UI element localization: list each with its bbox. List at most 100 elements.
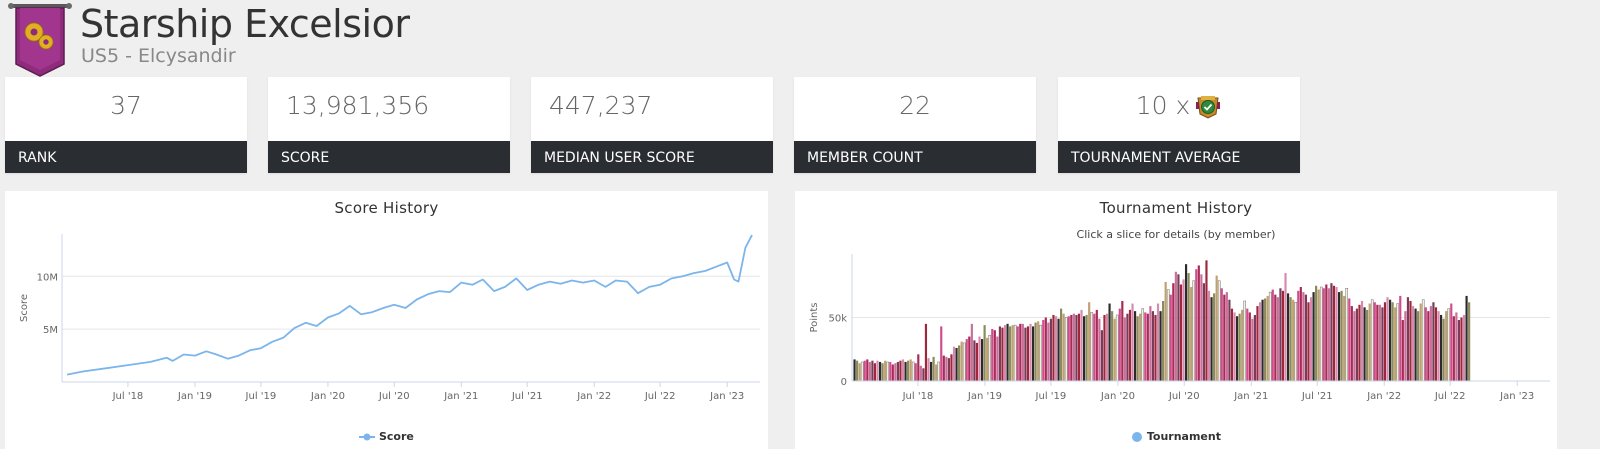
tournament-bar [1409,300,1412,381]
tournament-bar [1317,289,1320,381]
tournament-bar [1348,298,1351,381]
tournament-bar [1205,260,1208,381]
y-axis-title: Score [19,294,30,322]
tournament-bar [978,336,981,381]
tournament-bar [1182,279,1185,381]
x-tick-label: Jan '22 [576,391,611,402]
tournament-history-chart[interactable]: 0 50k Points Jul '18 Jan '19 Jul '19 Jan '20 Ju… [795,224,1557,449]
members-value: 22 [899,91,931,120]
tournament-bar [1266,295,1269,381]
tournament-bar [1253,314,1256,381]
tournament-bar [1200,274,1203,381]
tournament-bar [1276,297,1279,381]
tournament-bar [965,339,968,381]
tournament-bar [1312,292,1315,381]
tournament-bar [968,336,971,381]
x-tick-label: Jan '21 [443,391,478,402]
tournament-bar [937,361,940,382]
tournament-bar [929,361,933,381]
score-legend-label: Score [378,430,414,443]
trophy-icon [1196,95,1221,119]
tournament-bar [863,360,866,381]
tournament-bar [1118,308,1121,381]
tournament-bar [980,339,984,381]
tournament-bar [1190,287,1193,381]
tournament-bar [1210,297,1213,381]
tournament-bar [1090,312,1094,382]
tournament-bar [896,361,899,381]
tournament-bar [1388,299,1392,381]
tournament-bar [1297,290,1300,381]
tournament-bar [1162,300,1165,381]
score-history-chart[interactable]: 5M 10M Jul '18 Jan '19 Jul '19 Jan '20 Jul '20… [5,224,768,449]
tournament-bar [1060,308,1063,381]
tournament-bar [975,342,979,381]
tournament-bar [1026,326,1030,381]
tournament-bar [1126,313,1129,381]
x-tick-label: Jan '23 [709,391,744,402]
tournament-bar [1424,307,1427,381]
tournament-bar [996,336,999,381]
tournament-bar [1279,288,1282,381]
tournament-bar [894,363,897,381]
tournament-bar [1455,312,1458,381]
tournament-bar [1192,280,1196,382]
y-axis-title: Points [809,302,820,332]
tournament-bar [1429,306,1432,381]
tournament-bar [907,360,910,381]
tournament-bar [1207,290,1211,381]
rank-value: 37 [110,91,142,120]
tournament-bar [1241,309,1244,381]
tournament-bar [1315,285,1318,381]
tournament-bar [871,360,874,381]
tournament-bar [1406,297,1410,381]
tournament-bar [1215,275,1218,381]
tournament-bar [1302,292,1305,381]
tournament-bar [1098,318,1101,381]
tournament-bar [1006,323,1009,381]
tournament-bar [1421,299,1425,382]
tournament-bar [1457,320,1461,381]
tournament-bar [1154,314,1157,381]
score-series-line [66,234,753,376]
tournament-bar [1363,307,1366,381]
tournament-bar [1345,288,1349,382]
tournament-legend[interactable]: Tournament [795,430,1557,443]
tournament-bar [1445,311,1448,381]
tournament-bar [1197,265,1200,381]
tournament-bar [860,361,864,382]
tournament-bar [1432,302,1435,381]
members-card: 22 MEMBER COUNT [794,77,1036,173]
tournament-bar [914,363,917,381]
tournament-bar [1274,294,1277,381]
tournament-bar [1292,299,1295,381]
x-tick-label: Jan '21 [1233,391,1268,402]
tournament-bar [1009,326,1012,381]
tournament-bar [1144,312,1147,381]
tournament-bar [1149,306,1152,381]
tournament-bar [1108,303,1111,381]
tournament-bar [1462,314,1466,381]
tournament-bar [884,360,887,381]
tournament-bar [1187,273,1190,381]
tournament-bar [1370,299,1374,382]
tournament-bar [932,356,935,381]
tournament-bar [1452,316,1455,381]
tournament-bar [1368,303,1371,381]
tournament-bar [1075,314,1078,381]
tournament-bar [1121,300,1124,381]
score-legend[interactable]: Score [5,430,768,443]
tournament-bar [1268,291,1272,382]
tournament-bar [1174,271,1177,381]
tournament-bar [973,340,976,381]
tournament-bar [1184,264,1188,381]
tournament-bar [940,326,943,381]
tournament-bar [945,356,948,381]
tournament-bar [1396,303,1400,382]
score-legend-symbol-icon [359,433,376,441]
tournament-bar [1159,311,1162,381]
tournament-bar [1172,283,1175,381]
tournament-bar [1465,295,1468,381]
tournament-bar [881,363,884,381]
tournament-bar [891,364,894,381]
